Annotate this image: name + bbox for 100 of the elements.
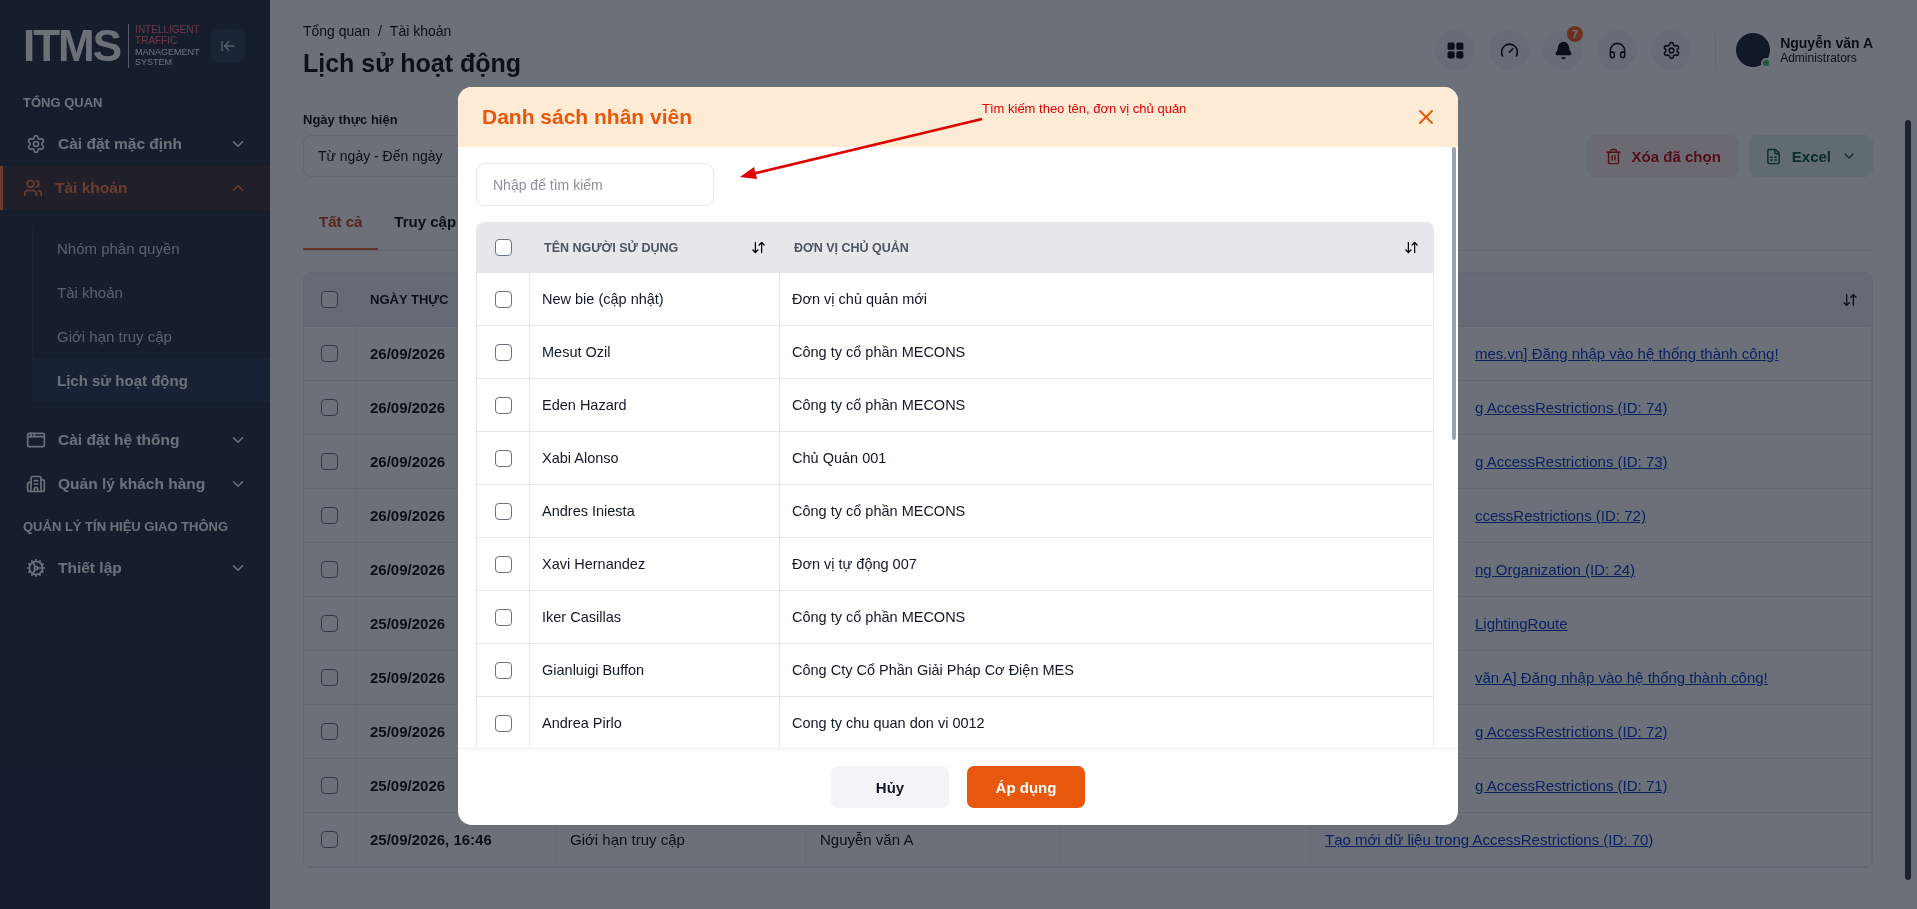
tab[interactable]: Tất cả xyxy=(303,195,379,250)
tab[interactable]: Truy cập xyxy=(378,195,473,250)
search-field[interactable]: Nhập để tìm kiếm xyxy=(476,163,714,206)
nav-item[interactable]: Quản lý khách hàng xyxy=(0,462,270,506)
log-link[interactable]: g AccessRestrictions (ID: 74) xyxy=(1475,399,1668,416)
table-cell: 26/09/2026 xyxy=(370,399,446,416)
checkbox[interactable] xyxy=(494,290,512,308)
nav-subitem[interactable]: Giới hạn truy cập xyxy=(33,314,270,358)
checkbox[interactable] xyxy=(321,561,338,578)
table-cell: Xavi Hernandez xyxy=(530,538,780,590)
spreadsheet-icon xyxy=(1764,147,1782,165)
notification-icon[interactable] xyxy=(1543,30,1584,70)
table-cell: Mesut Ozil xyxy=(530,326,780,378)
checkbox[interactable] xyxy=(495,239,512,256)
checkbox[interactable] xyxy=(494,661,512,679)
checkbox[interactable] xyxy=(494,449,512,467)
gear-icon xyxy=(26,134,46,154)
sort-icon[interactable] xyxy=(751,240,766,255)
table-cell-text: Đơn vị chủ quản mới xyxy=(791,290,929,309)
cancel-button[interactable]: Hủy xyxy=(831,766,949,808)
checkbox[interactable] xyxy=(321,453,338,470)
table-cell: 25/09/2026 xyxy=(370,723,446,740)
checkbox[interactable] xyxy=(321,291,338,308)
table-cell: Giới hạn truy cập xyxy=(570,831,685,848)
log-link[interactable]: mes.vn] Đăng nhập vào hệ thống thành công! xyxy=(1475,345,1779,362)
logo-mark: ITMS xyxy=(23,24,121,68)
breadcrumb-link[interactable]: Tài khoản xyxy=(389,22,452,39)
column-header: TÊN NGƯỜI SỬ DỤNG xyxy=(544,240,679,255)
log-link[interactable]: g AccessRestrictions (ID: 71) xyxy=(1475,777,1668,794)
checkbox[interactable] xyxy=(321,831,338,848)
dialog-title: Danh sách nhân viên xyxy=(482,105,693,129)
nav-subitem[interactable]: Nhóm phân quyền xyxy=(33,226,270,270)
checkbox[interactable] xyxy=(494,502,512,520)
delete-selected-button[interactable]: Xóa đã chọn xyxy=(1586,135,1739,177)
apply-button[interactable]: Áp dụng xyxy=(967,766,1085,808)
nav-item[interactable]: Cài đặt hệ thống xyxy=(0,418,270,462)
column-header: ĐƠN VỊ CHỦ QUẢN xyxy=(794,240,909,255)
nav-item[interactable]: Tài khoản xyxy=(0,166,270,210)
settings-icon[interactable] xyxy=(1651,30,1692,70)
log-link[interactable]: g AccessRestrictions (ID: 73) xyxy=(1475,453,1668,470)
table-cell: New bie (cập nhật) xyxy=(530,273,780,325)
checkbox[interactable] xyxy=(494,608,512,626)
log-link[interactable]: g AccessRestrictions (ID: 72) xyxy=(1475,723,1668,740)
checkbox[interactable] xyxy=(494,343,512,361)
notification-count: 7 xyxy=(1567,26,1584,42)
table-cell-text: Công ty cổ phần MECONS xyxy=(791,343,967,362)
checkbox[interactable] xyxy=(321,723,338,740)
section-title: QUẢN LÝ TÍN HIỆU GIAO THÔNG xyxy=(22,517,230,536)
checkbox[interactable] xyxy=(321,345,338,362)
breadcrumb-separator: / xyxy=(377,22,382,39)
table-cell: Gianluigi Buffon xyxy=(530,644,780,696)
table-cell: 25/09/2026, 16:46 xyxy=(370,831,492,848)
column-header: NGÀY THỰC xyxy=(370,292,449,307)
logo-tagline: MANAGEMENT SYSTEM xyxy=(135,48,201,68)
checkbox[interactable] xyxy=(321,507,338,524)
section-title: TỔNG QUAN xyxy=(22,93,104,112)
checkbox[interactable] xyxy=(321,777,338,794)
headphones-icon[interactable] xyxy=(1597,30,1638,70)
checkbox[interactable] xyxy=(321,399,338,416)
checkbox[interactable] xyxy=(494,396,512,414)
checkbox[interactable] xyxy=(321,615,338,632)
scrollbar[interactable] xyxy=(1452,147,1456,440)
breadcrumb-link[interactable]: Tổng quan xyxy=(303,22,370,39)
table-cell: Iker Casillas xyxy=(530,591,780,643)
table-cell: 25/09/2026 xyxy=(370,777,446,794)
table-cell-text: Công ty cổ phần MECONS xyxy=(791,608,967,627)
nav-subitem[interactable]: Tài khoản xyxy=(33,270,270,314)
table-cell-text: Đơn vị tự động 007 xyxy=(791,555,918,574)
collapse-sidebar-button[interactable] xyxy=(211,29,245,63)
log-link[interactable]: Tạo mới dữ liệu trong AccessRestrictions (ID: 70) xyxy=(1325,831,1654,848)
table-cell: Xabi Alonso xyxy=(530,432,780,484)
log-link[interactable]: LightingRoute xyxy=(1475,615,1568,632)
excel-button[interactable]: Excel xyxy=(1748,135,1873,177)
table-cell: 26/09/2026 xyxy=(370,507,446,524)
nav-subitem[interactable]: Lịch sử hoạt động xyxy=(33,358,270,402)
trash-icon xyxy=(1604,147,1622,165)
user-name: Nguyễn văn A xyxy=(1780,35,1873,51)
nav-item[interactable]: Cài đặt mặc định xyxy=(0,122,270,166)
gauge-icon[interactable] xyxy=(1489,30,1530,70)
log-link[interactable]: ccessRestrictions (ID: 72) xyxy=(1475,507,1646,524)
checkbox[interactable] xyxy=(321,669,338,686)
table-cell-text: Công ty cổ phần MECONS xyxy=(791,396,967,415)
table-cell-text: Công Cty Cổ Phần Giải Pháp Cơ Điện MES xyxy=(791,661,1075,680)
nav-item[interactable]: Thiết lập xyxy=(0,546,270,590)
table-cell: 26/09/2026 xyxy=(370,453,446,470)
grid-icon[interactable] xyxy=(1435,30,1476,70)
field-label: Ngày thực hiện xyxy=(303,112,398,127)
log-link[interactable]: ng Organization (ID: 24) xyxy=(1475,561,1636,578)
page-title: Lịch sử hoạt động xyxy=(303,48,522,78)
checkbox[interactable] xyxy=(494,714,512,732)
avatar[interactable] xyxy=(1736,33,1771,67)
table-cell: 25/09/2026 xyxy=(370,615,446,632)
log-link[interactable]: văn A] Đăng nhập vào hệ thống thành công! xyxy=(1475,669,1768,686)
collapse-arrow-icon xyxy=(220,38,236,54)
table-cell: Eden Hazard xyxy=(530,379,780,431)
table-cell: Nguyễn văn A xyxy=(820,831,914,848)
scrollbar[interactable] xyxy=(1905,120,1911,880)
sort-icon[interactable] xyxy=(1404,240,1419,255)
table-cell: 25/09/2026 xyxy=(370,669,446,686)
checkbox[interactable] xyxy=(494,555,512,573)
